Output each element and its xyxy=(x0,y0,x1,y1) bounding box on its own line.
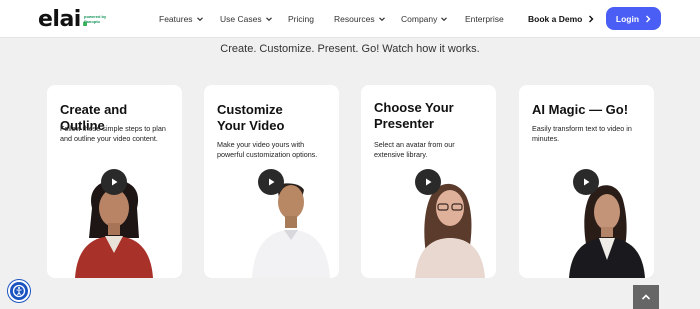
step-card-ai-magic[interactable]: AI Magic — Go! Easily transform text to … xyxy=(519,85,654,278)
logo-wordmark: elai. xyxy=(38,7,89,32)
chevron-up-icon xyxy=(641,294,651,300)
nav-item-company[interactable]: Company xyxy=(401,12,448,26)
step-card-create-outline[interactable]: Create and Outline Follow these simple s… xyxy=(47,85,182,278)
scroll-to-top-button[interactable] xyxy=(633,285,659,309)
accessibility-icon xyxy=(12,284,26,298)
step-card-presenter[interactable]: Choose Your Presenter Select an avatar f… xyxy=(361,85,496,278)
chevron-right-icon xyxy=(646,15,651,22)
chevron-down-icon xyxy=(378,17,385,22)
book-demo-link[interactable]: Book a Demo xyxy=(528,12,594,26)
section-subtitle: Create. Customize. Present. Go! Watch ho… xyxy=(220,43,480,55)
play-icon[interactable] xyxy=(101,169,127,195)
powered-by-label: powered by Panopto xyxy=(84,14,107,24)
nav-item-pricing[interactable]: Pricing xyxy=(288,12,314,26)
card-title: Choose Your Presenter xyxy=(374,100,454,131)
card-title: Customize Your Video xyxy=(217,102,285,133)
chevron-down-icon xyxy=(441,17,448,22)
card-description: Make your video yours with powerful cust… xyxy=(217,140,318,159)
play-icon[interactable] xyxy=(573,169,599,195)
chevron-down-icon xyxy=(196,17,203,22)
navbar: elai. powered by Panopto Features Use Ca… xyxy=(0,0,700,38)
card-description: Easily transform text to video in minute… xyxy=(532,124,632,143)
accessibility-button[interactable] xyxy=(8,280,30,302)
elai-logo[interactable]: elai. powered by Panopto xyxy=(38,7,106,32)
nav-item-features[interactable]: Features xyxy=(159,12,204,26)
step-card-customize[interactable]: Customize Your Video Make your video you… xyxy=(204,85,339,278)
login-button[interactable]: Login xyxy=(606,7,661,30)
card-description: Select an avatar from our extensive libr… xyxy=(374,140,455,159)
chevron-down-icon xyxy=(265,17,272,22)
play-icon[interactable] xyxy=(415,169,441,195)
card-title: AI Magic — Go! xyxy=(532,102,629,117)
chevron-right-icon xyxy=(589,15,594,23)
nav-item-use-cases[interactable]: Use Cases xyxy=(220,12,273,26)
play-icon[interactable] xyxy=(258,169,284,195)
nav-item-resources[interactable]: Resources xyxy=(334,12,386,26)
card-description: Follow these simple steps to plan and ou… xyxy=(60,124,166,143)
nav-item-enterprise[interactable]: Enterprise xyxy=(465,12,504,26)
